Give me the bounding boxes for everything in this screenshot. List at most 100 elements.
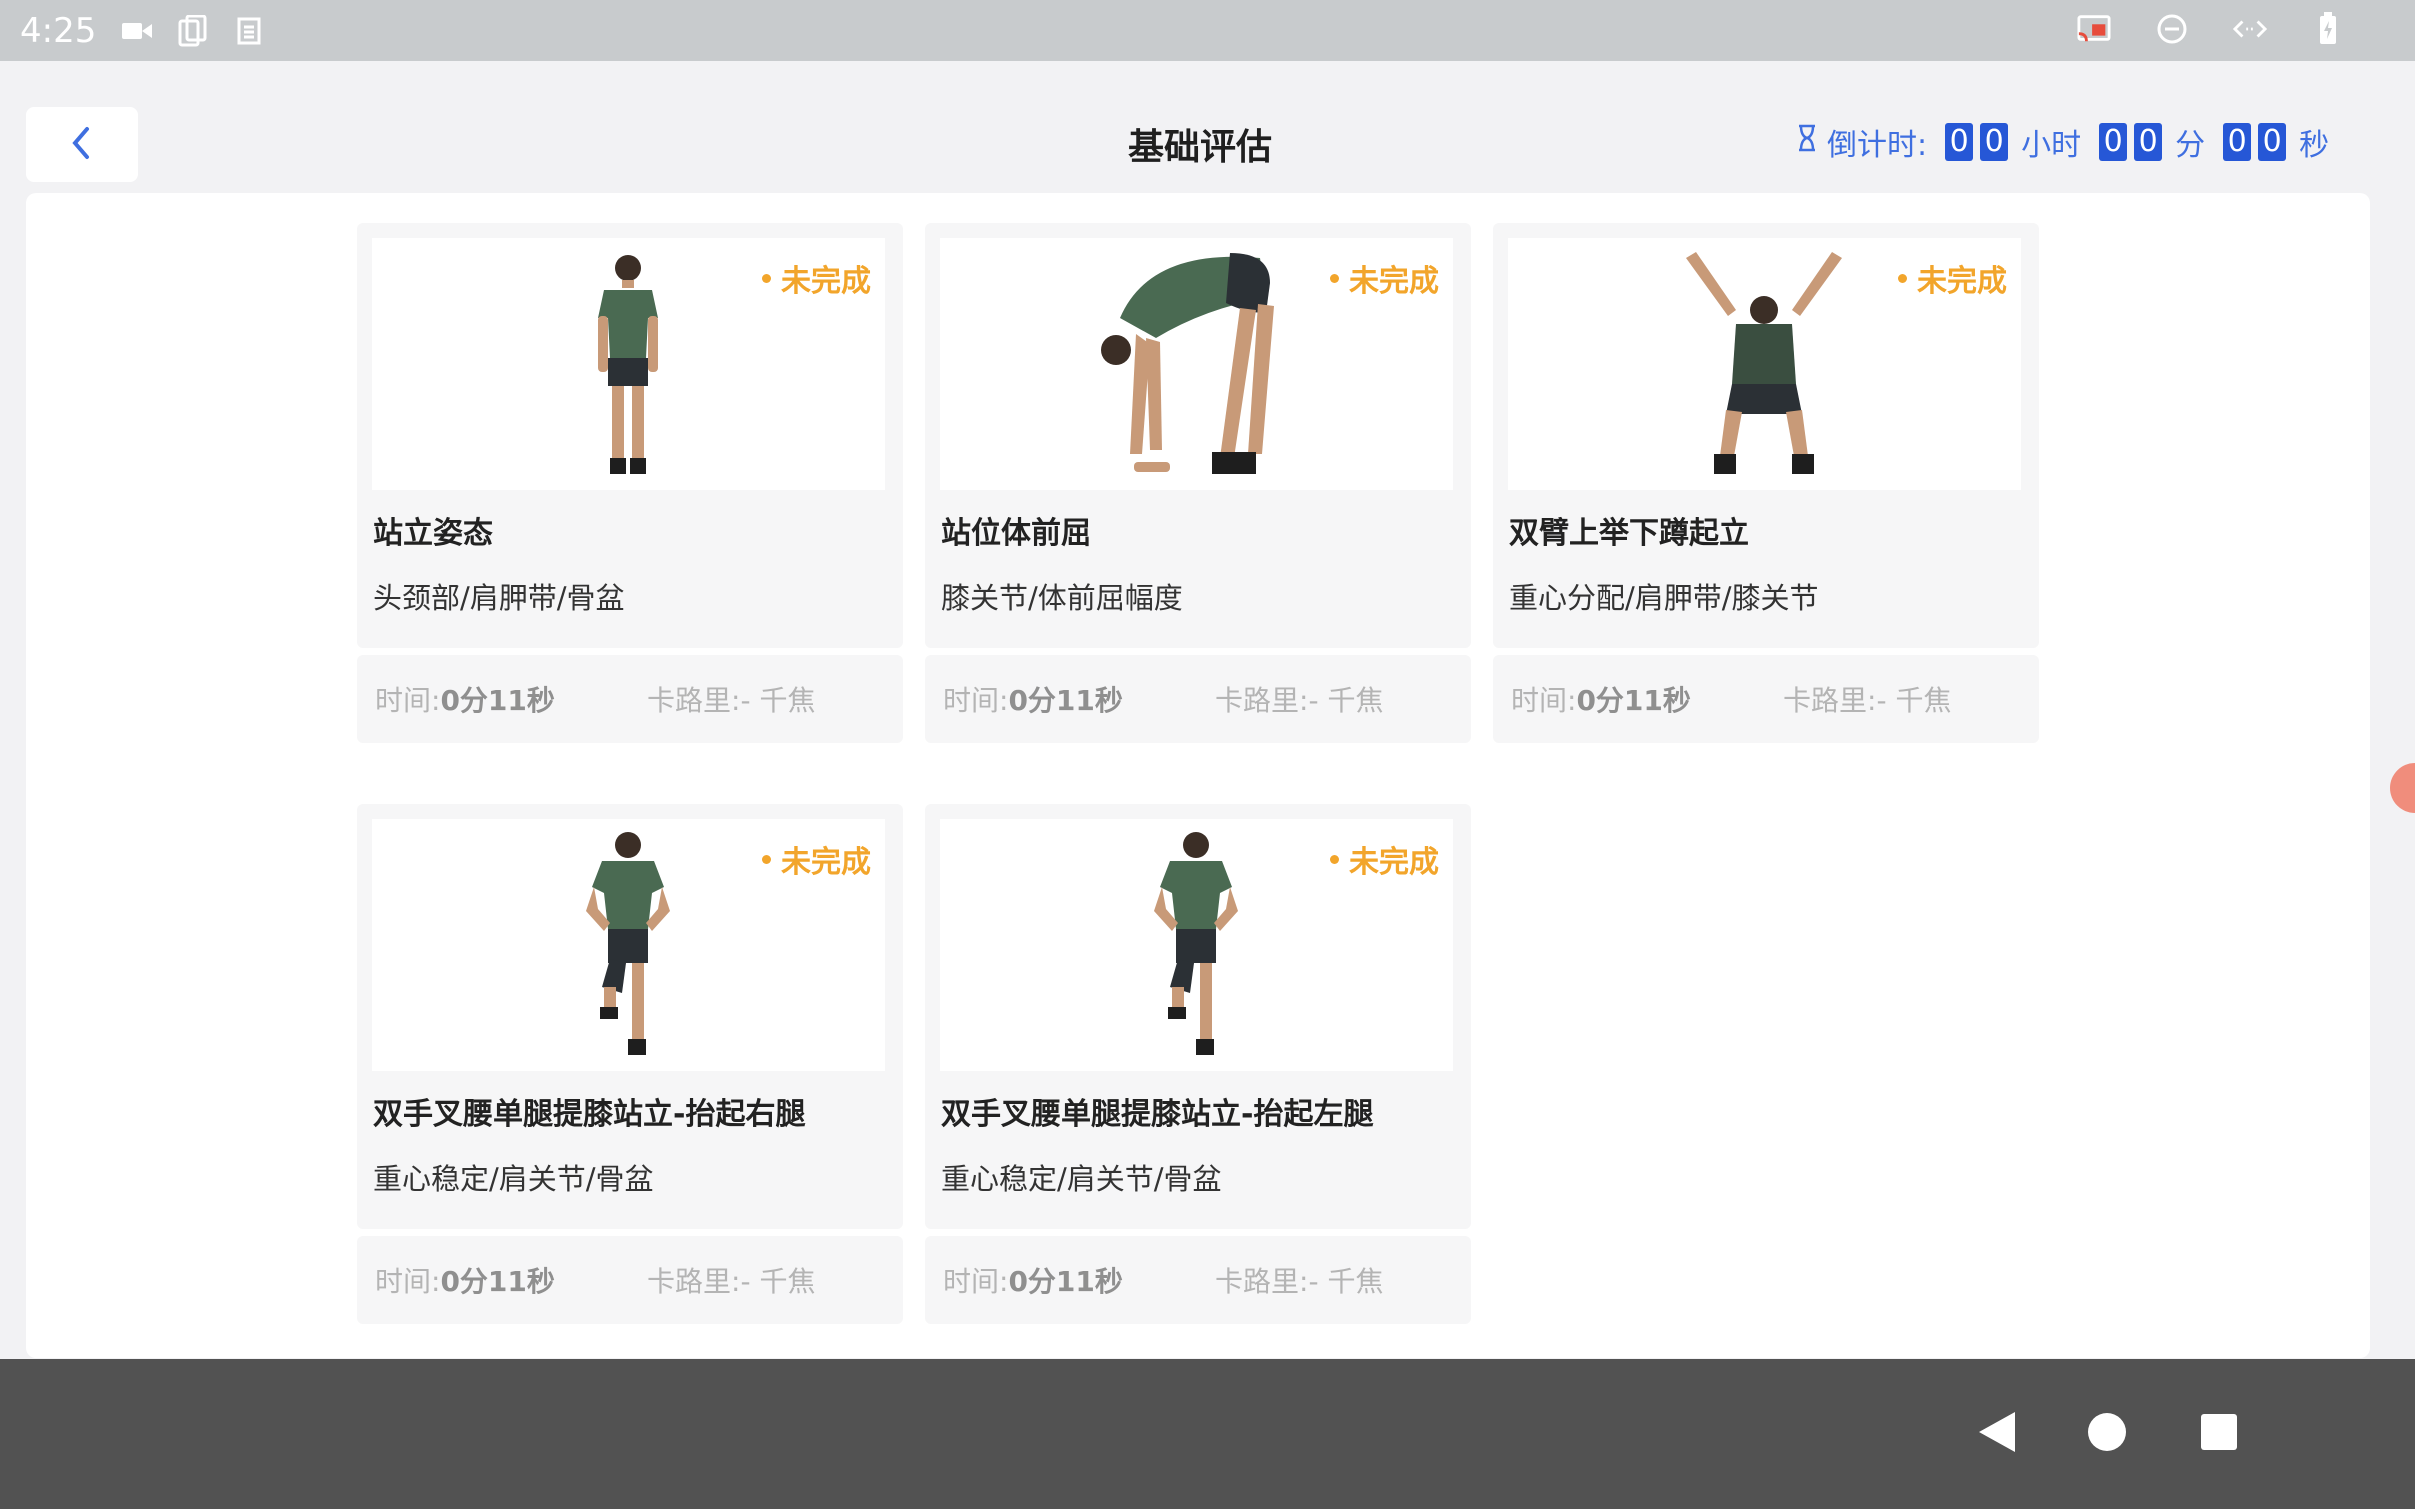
exercise-card[interactable]: 未完成 站立姿态 头颈部/肩胛带/骨盆 时间:0分11秒 卡路里:- 千焦 — [357, 223, 903, 743]
cast-icon — [2077, 12, 2111, 46]
status-tag: 未完成 — [1330, 837, 1439, 881]
calorie-meta: 卡路里:- 千焦 — [1783, 679, 1951, 719]
status-tag: 未完成 — [762, 256, 871, 300]
countdown-label: 倒计时: — [1827, 128, 1928, 163]
time-value: 0分11秒 — [440, 684, 555, 717]
minutes-digit: 0 — [2134, 123, 2163, 161]
card-meta: 时间:0分11秒 卡路里:- 千焦 — [357, 655, 903, 743]
floating-handle[interactable] — [2390, 763, 2415, 813]
code-arrows-icon — [2233, 12, 2267, 46]
nav-back-button[interactable] — [1960, 1397, 2034, 1471]
time-value: 0分11秒 — [1576, 684, 1691, 717]
time-meta: 时间:0分11秒 — [943, 679, 1123, 719]
calorie-value: - 千焦 — [1308, 1265, 1384, 1298]
exercise-card[interactable]: 未完成 双手叉腰单腿提膝站立-抬起左腿 重心稳定/肩关节/骨盆 时间:0分11秒… — [925, 804, 1471, 1324]
nav-home-button[interactable] — [2070, 1397, 2144, 1471]
copy-icon — [176, 14, 210, 48]
calorie-meta: 卡路里:- 千焦 — [1215, 679, 1383, 719]
recents-square-icon — [2199, 1412, 2239, 1456]
status-tag: 未完成 — [1898, 256, 2007, 300]
card-meta: 时间:0分11秒 卡路里:- 千焦 — [925, 655, 1471, 743]
calorie-meta: 卡路里:- 千焦 — [1215, 1260, 1383, 1300]
do-not-disturb-icon — [2155, 12, 2189, 46]
card-title: 站立姿态 — [373, 516, 493, 551]
back-triangle-icon — [1975, 1408, 2019, 1460]
card-body: 未完成 站立姿态 头颈部/肩胛带/骨盆 — [357, 223, 903, 648]
seconds-unit: 秒 — [2299, 128, 2330, 163]
status-dot — [762, 854, 771, 864]
minutes-unit: 分 — [2175, 128, 2206, 163]
chevron-left-icon — [69, 125, 95, 165]
card-title: 双手叉腰单腿提膝站立-抬起右腿 — [373, 1097, 806, 1132]
time-meta: 时间:0分11秒 — [375, 1260, 555, 1300]
status-dot — [1330, 273, 1339, 283]
card-title: 双手叉腰单腿提膝站立-抬起左腿 — [941, 1097, 1374, 1132]
calorie-value: - 千焦 — [740, 1265, 816, 1298]
minutes-digit: 0 — [2099, 123, 2128, 161]
calorie-meta: 卡路里:- 千焦 — [647, 1260, 815, 1300]
exercise-card[interactable]: 未完成 双手叉腰单腿提膝站立-抬起右腿 重心稳定/肩关节/骨盆 时间:0分11秒… — [357, 804, 903, 1324]
time-meta: 时间:0分11秒 — [943, 1260, 1123, 1300]
status-dot — [1330, 854, 1339, 864]
card-subtitle: 重心分配/肩胛带/膝关节 — [1509, 581, 1819, 615]
card-title: 站位体前屈 — [941, 516, 1091, 551]
exercise-image: 未完成 — [940, 238, 1453, 490]
time-label: 时间: — [943, 684, 1009, 717]
exercise-card[interactable]: 未完成 双臂上举下蹲起立 重心分配/肩胛带/膝关节 时间:0分11秒 卡路里:-… — [1493, 223, 2039, 743]
calorie-meta: 卡路里:- 千焦 — [647, 679, 815, 719]
page-title: 基础评估 — [1127, 127, 1272, 168]
time-label: 时间: — [375, 1265, 441, 1298]
time-value: 0分11秒 — [1008, 684, 1123, 717]
card-title: 双臂上举下蹲起立 — [1509, 516, 1749, 551]
status-text: 未完成 — [1349, 264, 1439, 299]
video-camera-icon — [120, 14, 154, 48]
calorie-label: 卡路里: — [647, 1265, 741, 1298]
calorie-value: - 千焦 — [1308, 684, 1384, 717]
exercise-image: 未完成 — [372, 819, 885, 1071]
card-meta: 时间:0分11秒 卡路里:- 千焦 — [357, 1236, 903, 1324]
exercise-card[interactable]: 未完成 站位体前屈 膝关节/体前屈幅度 时间:0分11秒 卡路里:- 千焦 — [925, 223, 1471, 743]
card-subtitle: 重心稳定/肩关节/骨盆 — [941, 1162, 1222, 1196]
seconds-digit: 0 — [2223, 123, 2252, 161]
time-label: 时间: — [375, 684, 441, 717]
status-text: 未完成 — [781, 264, 871, 299]
card-body: 未完成 站位体前屈 膝关节/体前屈幅度 — [925, 223, 1471, 648]
time-value: 0分11秒 — [1008, 1265, 1123, 1298]
time-value: 0分11秒 — [440, 1265, 555, 1298]
time-meta: 时间:0分11秒 — [375, 679, 555, 719]
battery-icon — [2311, 12, 2345, 46]
nav-recents-button[interactable] — [2182, 1397, 2256, 1471]
time-label: 时间: — [1511, 684, 1577, 717]
status-time: 4:25 — [20, 10, 97, 51]
time-meta: 时间:0分11秒 — [1511, 679, 1691, 719]
card-meta: 时间:0分11秒 卡路里:- 千焦 — [925, 1236, 1471, 1324]
hours-digit: 0 — [1945, 123, 1974, 161]
status-tag: 未完成 — [762, 837, 871, 881]
seconds-digit: 0 — [2258, 123, 2287, 161]
card-subtitle: 膝关节/体前屈幅度 — [941, 581, 1183, 615]
exercise-image: 未完成 — [372, 238, 885, 490]
hourglass-icon — [1797, 124, 1817, 160]
back-button[interactable] — [26, 107, 138, 182]
home-circle-icon — [2086, 1411, 2128, 1457]
status-text: 未完成 — [1917, 264, 2007, 299]
card-body: 未完成 双手叉腰单腿提膝站立-抬起右腿 重心稳定/肩关节/骨盆 — [357, 804, 903, 1229]
status-text: 未完成 — [1349, 845, 1439, 880]
exercise-image: 未完成 — [1508, 238, 2021, 490]
hours-digit: 0 — [1980, 123, 2009, 161]
calorie-value: - 千焦 — [740, 684, 816, 717]
calorie-label: 卡路里: — [647, 684, 741, 717]
status-dot — [762, 273, 771, 283]
status-bar: 4:25 — [0, 0, 2415, 61]
navigation-bar — [0, 1359, 2415, 1509]
calorie-value: - 千焦 — [1876, 684, 1952, 717]
sim-icon — [232, 14, 266, 48]
card-subtitle: 重心稳定/肩关节/骨盆 — [373, 1162, 654, 1196]
status-dot — [1898, 273, 1907, 283]
countdown-timer: 倒计时: 0 0 小时 0 0 分 0 0 秒 — [1797, 120, 2343, 164]
status-text: 未完成 — [781, 845, 871, 880]
card-body: 未完成 双手叉腰单腿提膝站立-抬起左腿 重心稳定/肩关节/骨盆 — [925, 804, 1471, 1229]
hours-unit: 小时 — [2021, 128, 2082, 163]
calorie-label: 卡路里: — [1783, 684, 1877, 717]
card-body: 未完成 双臂上举下蹲起立 重心分配/肩胛带/膝关节 — [1493, 223, 2039, 648]
